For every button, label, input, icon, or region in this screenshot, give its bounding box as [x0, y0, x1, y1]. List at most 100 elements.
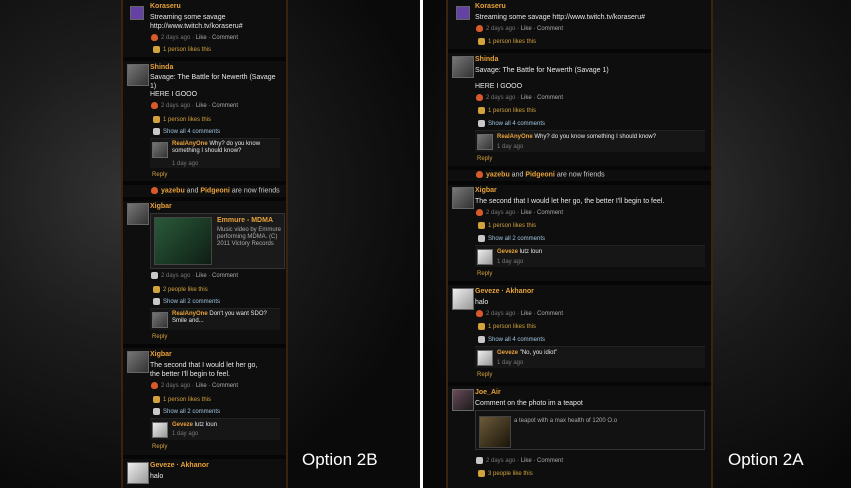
avatar[interactable] — [477, 249, 493, 265]
post-author[interactable]: Geveze · Akhanor — [150, 462, 209, 469]
option-label: Option 2A — [728, 450, 804, 469]
comment-time: 1 day ago — [497, 259, 524, 265]
comment-time: 1 day ago — [172, 431, 199, 437]
post-author[interactable]: Geveze · Akhanor — [475, 288, 534, 295]
post-text: Streaming some savage http://www.twitch.… — [475, 14, 646, 21]
fire-icon — [476, 94, 483, 101]
comment-author: RealAnyOne — [172, 141, 208, 147]
comment-text: Why? do you know something I should know… — [534, 134, 657, 140]
post-meta: 2 days ago · Like · Comment — [151, 34, 238, 41]
thumbs-up-icon — [478, 38, 485, 45]
media-title[interactable]: Emmure - MDMA — [217, 217, 273, 224]
comment-author: RealAnyOne — [172, 311, 208, 317]
comment-icon — [153, 408, 160, 415]
comment-author: RealAnyOne — [497, 134, 533, 140]
likes-row[interactable]: 1 person likes this — [153, 396, 211, 403]
post-text-2: HERE I GOOO — [150, 91, 198, 98]
comment-time: 1 day ago — [497, 360, 524, 366]
post-text: halo — [150, 473, 164, 480]
show-all-comments[interactable]: Show all 4 comments — [153, 128, 220, 135]
thumbs-up-icon — [153, 286, 160, 293]
likes-row[interactable]: 1 person likes this — [478, 38, 536, 45]
post-text-2: HERE I GOOO — [475, 83, 523, 90]
post-author[interactable]: Joe_Air — [475, 389, 501, 396]
twitch-icon — [456, 6, 470, 20]
post-author[interactable]: Xigbar — [150, 351, 172, 358]
reply-link[interactable]: Reply — [152, 444, 167, 450]
media-icon — [151, 272, 158, 279]
post-author[interactable]: Shinda — [150, 64, 173, 71]
post-meta: 2 days ago · Like · Comment — [476, 310, 563, 317]
likes-row[interactable]: 2 people like this — [153, 286, 208, 293]
comment-author: Geveze — [172, 422, 194, 428]
post-meta: 2 days ago · Like · Comment — [476, 25, 563, 32]
comment-icon — [153, 298, 160, 305]
show-all-comments[interactable]: Show all 2 comments — [153, 298, 220, 305]
show-all-comments[interactable]: Show all 2 comments — [153, 408, 220, 415]
avatar[interactable] — [127, 462, 149, 484]
avatar[interactable] — [152, 422, 168, 438]
thumbs-up-icon — [478, 222, 485, 229]
show-all-comments[interactable]: Show all 2 comments — [478, 235, 545, 242]
post-author[interactable]: Koraseru — [150, 3, 181, 10]
show-all-comments[interactable]: Show all 4 comments — [478, 120, 545, 127]
fire-icon — [151, 34, 158, 41]
comment-time: 1 day ago — [497, 144, 524, 150]
photo-caption: a teapot with a max health of 1200 O.o — [514, 418, 618, 424]
thumbs-up-icon — [478, 323, 485, 330]
avatar[interactable] — [127, 351, 149, 373]
show-all-comments[interactable]: Show all 4 comments — [478, 336, 545, 343]
reply-link[interactable]: Reply — [152, 172, 167, 178]
avatar[interactable] — [127, 203, 149, 225]
avatar[interactable] — [452, 389, 474, 411]
thumbs-up-icon — [478, 470, 485, 477]
twitch-icon — [130, 6, 144, 20]
photo-embed[interactable]: a teapot with a max health of 1200 O.o — [475, 410, 705, 450]
avatar[interactable] — [477, 350, 493, 366]
reply-link[interactable]: Reply — [477, 271, 492, 277]
avatar[interactable] — [452, 288, 474, 310]
avatar[interactable] — [127, 64, 149, 86]
post-meta: 2 days ago · Like · Comment — [151, 272, 238, 279]
post-author[interactable]: Xigbar — [150, 203, 172, 210]
comment-author: Geveze — [497, 249, 519, 255]
comment-author: Geveze — [497, 350, 519, 356]
comment: Geveze "No, you idiot" 1 day ago — [475, 346, 705, 368]
reply-link[interactable]: Reply — [477, 156, 492, 162]
comment: RealAnyOne Don't you want SDO? Smile and… — [150, 308, 280, 330]
reply-link[interactable]: Reply — [152, 334, 167, 340]
comment-icon — [478, 235, 485, 242]
likes-row[interactable]: 3 people like this — [478, 470, 533, 477]
media-embed[interactable]: Emmure - MDMA Music video by Emmure perf… — [150, 213, 285, 269]
likes-row[interactable]: 1 person likes this — [478, 107, 536, 114]
comment-icon — [153, 128, 160, 135]
post-text: Savage: The Battle for Newerth (Savage 1… — [475, 67, 609, 74]
post-author[interactable]: Shinda — [475, 56, 498, 63]
post-text: Streaming some savage http://www.twitch.… — [150, 14, 243, 30]
comment: Geveze lutz loun 1 day ago — [150, 418, 280, 440]
post-author[interactable]: Koraseru — [475, 3, 506, 10]
thumbs-up-icon — [153, 116, 160, 123]
friends-notice: yazebu and Pidgeoni are now friends — [151, 187, 280, 194]
likes-row[interactable]: 1 person likes this — [478, 222, 536, 229]
reply-link[interactable]: Reply — [477, 372, 492, 378]
post-meta: 2 days ago · Like · Comment — [476, 457, 563, 464]
avatar[interactable] — [452, 56, 474, 78]
likes-row[interactable]: 1 person likes this — [478, 323, 536, 330]
likes-row[interactable]: 1 person likes this — [153, 116, 211, 123]
post-author[interactable]: Xigbar — [475, 187, 497, 194]
avatar[interactable] — [152, 312, 168, 328]
left-feed: Koraseru Streaming some savage http://ww… — [121, 0, 288, 488]
post-meta: 2 days ago · Like · Comment — [476, 209, 563, 216]
post-text: Savage: The Battle for Newerth (Savage 1… — [150, 74, 276, 90]
avatar[interactable] — [152, 142, 168, 158]
option-label: Option 2B — [302, 450, 378, 469]
post-text: The second that I would let her go, the … — [475, 198, 665, 205]
video-thumbnail[interactable] — [154, 217, 212, 265]
photo-thumbnail[interactable] — [479, 416, 511, 448]
likes-row[interactable]: 1 person likes this — [153, 46, 211, 53]
post-meta: 2 days ago · Like · Comment — [151, 102, 238, 109]
avatar[interactable] — [477, 134, 493, 150]
comment-time: 1 day ago — [172, 161, 199, 167]
avatar[interactable] — [452, 187, 474, 209]
